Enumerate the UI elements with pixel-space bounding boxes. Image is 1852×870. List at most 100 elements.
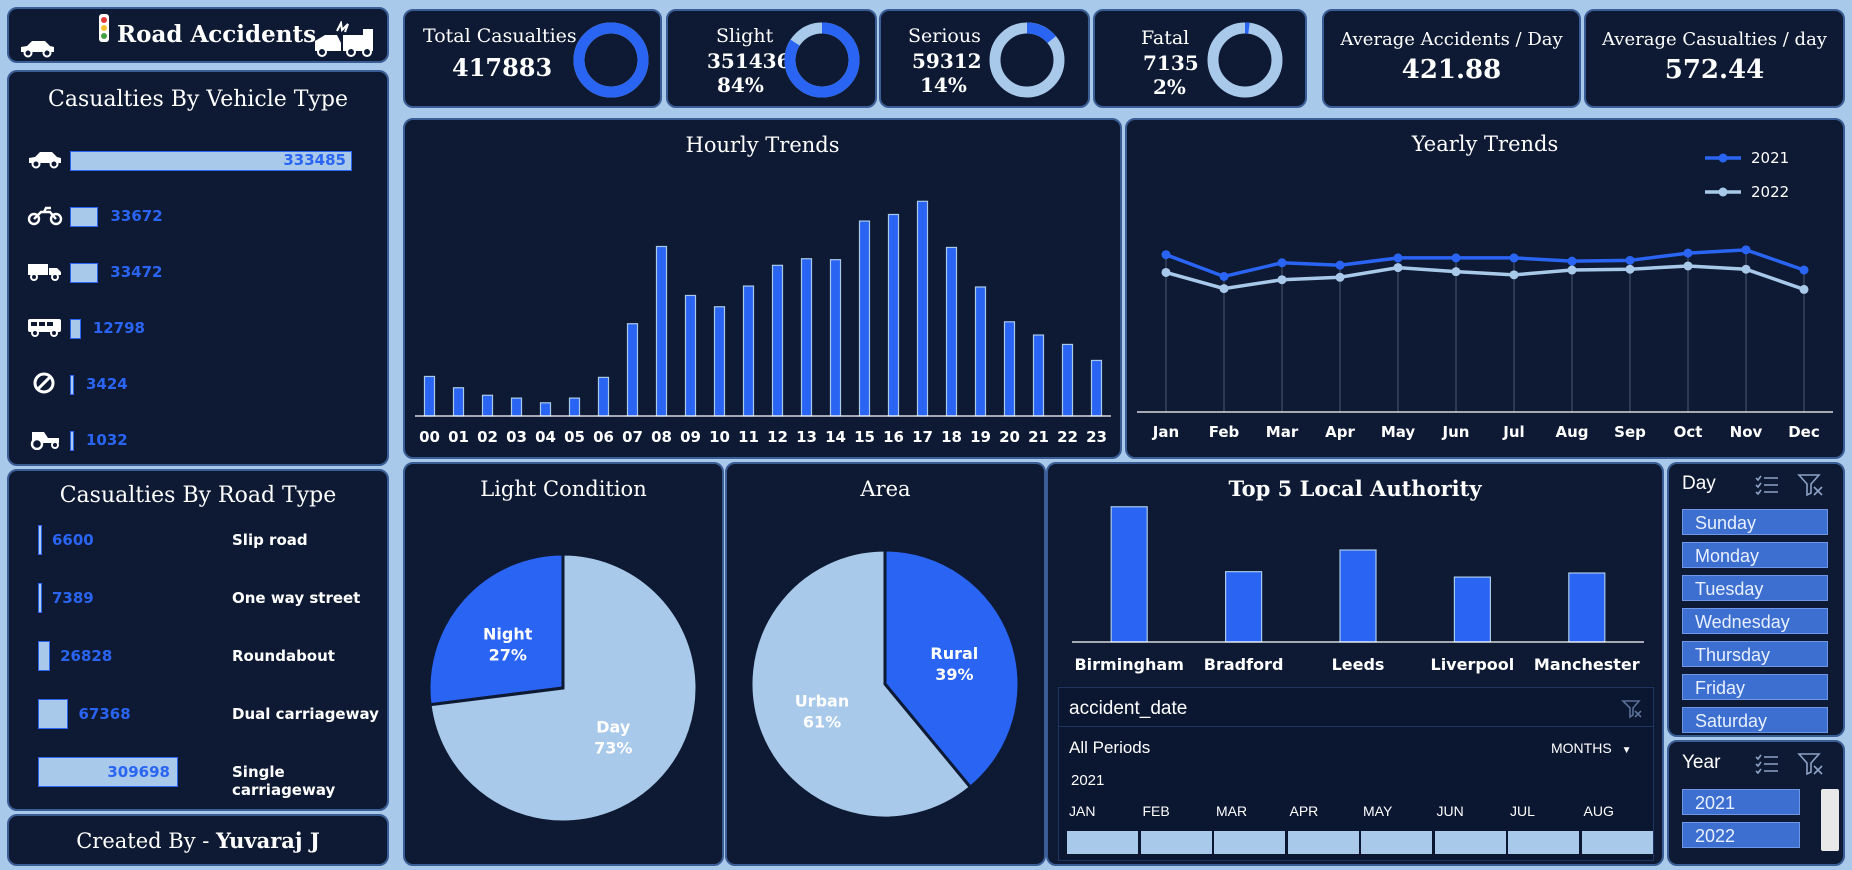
hourly-tick-label: 06 (593, 428, 614, 446)
multi-select-icon[interactable] (1754, 753, 1780, 775)
timeline-month-bar[interactable] (1508, 831, 1579, 854)
kpi-label: Fatal (1141, 27, 1190, 49)
hourly-bar (1003, 321, 1016, 417)
clear-filter-icon[interactable] (1621, 698, 1643, 720)
timeline-month-bar[interactable] (1140, 831, 1212, 854)
year-slicer-title: Year (1682, 752, 1721, 773)
yearly-tick-label: Apr (1325, 423, 1355, 441)
timeline-month-bar[interactable] (1361, 831, 1432, 854)
yearly-point (1451, 267, 1461, 277)
timeline-period: All Periods (1069, 738, 1151, 757)
yearly-point (1625, 255, 1635, 265)
hourly-bar (1032, 334, 1045, 417)
hourly-tick-label: 18 (941, 428, 962, 446)
kpi-pct: 2% (1153, 75, 1186, 99)
yearly-point (1393, 263, 1403, 273)
road-value: 6600 (52, 531, 94, 549)
yearly-point (1393, 253, 1403, 263)
hourly-bar (568, 397, 581, 417)
yearly-tick-label: May (1381, 423, 1416, 441)
legend-marker (1718, 187, 1728, 197)
hourly-tick-label: 11 (738, 428, 759, 446)
light-condition-panel: Light Condition Night 27% Day 73% (403, 462, 724, 866)
kpi-value: 417883 (452, 53, 553, 82)
hourly-tick-label: 17 (912, 428, 933, 446)
car-icon (21, 41, 54, 58)
kpi-donut (1207, 22, 1283, 98)
hourly-bar (481, 394, 494, 417)
vehicle-row: 33672 (9, 201, 387, 231)
pie-pct: 27% (489, 645, 527, 664)
day-slicer-item[interactable]: Sunday (1682, 509, 1828, 535)
day-slicer-item[interactable]: Thursday (1682, 641, 1828, 667)
kpi-serious: Serious 59312 14% (879, 9, 1090, 108)
top5-bar (1110, 506, 1148, 643)
vehicle-row: 1032 (9, 425, 387, 455)
kpi-label: Serious (908, 25, 981, 47)
top5-bar (1568, 572, 1606, 643)
top5-tick-label: Bradford (1204, 655, 1284, 674)
day-slicer-item[interactable]: Monday (1682, 542, 1828, 568)
kpi-donut (989, 22, 1065, 98)
day-slicer-item[interactable]: Tuesday (1682, 575, 1828, 601)
legend-label: 2021 (1751, 149, 1789, 167)
yearly-point (1625, 264, 1635, 274)
day-slicer-item[interactable]: Friday (1682, 674, 1828, 700)
yearly-point (1683, 261, 1693, 271)
clear-filter-icon[interactable] (1797, 473, 1825, 497)
hourly-tick-label: 05 (564, 428, 585, 446)
yearly-tick-label: Jul (1502, 423, 1524, 441)
timeline-month-bar[interactable] (1067, 831, 1138, 854)
clear-filter-icon[interactable] (1797, 752, 1825, 776)
timeline-slicer[interactable]: accident_date All Periods MONTHS ▼ 2021 … (1058, 687, 1654, 861)
hourly-bar (974, 286, 987, 417)
kpi-value: 59312 (912, 49, 982, 73)
timeline-month-label: JUN (1436, 803, 1464, 819)
hourly-tick-label: 09 (680, 428, 701, 446)
hourly-tick-label: 21 (1028, 428, 1049, 446)
timeline-month-bar[interactable] (1287, 831, 1359, 854)
road-type-title: Casualties By Road Type (59, 483, 337, 508)
timeline-month-bar[interactable] (1581, 831, 1653, 854)
road-type-panel: Casualties By Road Type 6600 Slip road 738… (7, 469, 389, 811)
multi-select-icon[interactable] (1754, 474, 1780, 496)
hourly-bar (916, 200, 929, 417)
hourly-bar (858, 220, 871, 417)
hourly-bar (1061, 343, 1074, 417)
other-icon (33, 372, 55, 394)
top5-bar (1339, 549, 1377, 643)
pie-label: Day (596, 717, 631, 736)
day-slicer-item[interactable]: Saturday (1682, 707, 1828, 733)
tractor-icon (30, 432, 59, 450)
timeline-month-bar[interactable] (1214, 831, 1285, 854)
hourly-bar (829, 259, 842, 417)
timeline-month-bar[interactable] (1434, 831, 1506, 854)
hourly-tick-label: 13 (796, 428, 817, 446)
slicer-scrollbar[interactable] (1821, 789, 1839, 851)
day-slicer-item[interactable]: Wednesday (1682, 608, 1828, 634)
year-slicer-item[interactable]: 2021 (1682, 789, 1800, 815)
vehicle-value: 3424 (86, 375, 128, 393)
hourly-bar (423, 375, 436, 417)
hourly-bar (597, 376, 610, 417)
yearly-point (1219, 284, 1229, 294)
hourly-tick-label: 23 (1086, 428, 1107, 446)
crash-icon (315, 21, 373, 57)
chevron-down-icon: ▼ (1621, 745, 1632, 756)
timeline-unit-dropdown[interactable]: MONTHS ▼ (1551, 740, 1631, 756)
year-slicer-item[interactable]: 2022 (1682, 822, 1800, 848)
timeline-unit-label: MONTHS (1551, 740, 1612, 756)
author-name: Yuvaraj J (216, 828, 320, 853)
day-slicer: Day Sunday Monday Tuesday Wednesday Thursday… (1667, 462, 1845, 737)
hourly-tick-label: 02 (477, 428, 498, 446)
road-bar (38, 699, 69, 729)
yearly-tick-label: Jan (1152, 423, 1179, 441)
hourly-tick-label: 01 (448, 428, 469, 446)
top5-tick-label: Manchester (1534, 655, 1640, 674)
yearly-tick-label: Oct (1674, 423, 1703, 441)
yearly-point (1799, 265, 1809, 275)
timeline-month-label: AUG (1583, 803, 1614, 819)
timeline-month-label: JAN (1069, 803, 1096, 819)
avg-value: 572.44 (1664, 55, 1765, 85)
hourly-bar (713, 306, 726, 417)
